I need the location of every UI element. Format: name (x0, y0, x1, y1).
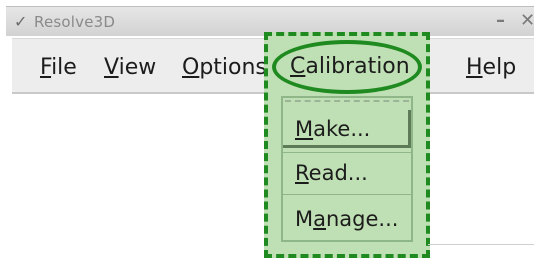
menu-item-make-mnemonic: M (295, 117, 314, 141)
menu-file[interactable]: File (40, 55, 77, 80)
menu-item-read[interactable]: Read... (283, 154, 411, 192)
menu-view-mnemonic: V (104, 55, 119, 80)
menu-options-label: ptions (199, 55, 267, 80)
menu-item-read-mnemonic: R (295, 161, 309, 185)
menu-calibration-label: alibration (305, 54, 410, 79)
menu-help-mnemonic: H (466, 55, 483, 80)
menu-item-read-label: ead... (308, 161, 368, 185)
menu-item-manage-label: nage... (326, 207, 399, 231)
menu-help-label: elp (482, 55, 517, 80)
menu-file-mnemonic: F (40, 55, 52, 80)
menu-divider (283, 152, 411, 153)
menu-help[interactable]: Help (466, 55, 516, 80)
menu-divider (283, 194, 411, 195)
menu-item-manage-mnemonic: a (313, 207, 326, 231)
menu-item-make-label: ake... (313, 117, 371, 141)
menu-file-label: ile (51, 55, 77, 80)
menu-item-manage-prefix: M (295, 207, 314, 231)
close-icon[interactable]: ✕ (520, 10, 534, 31)
chevron-down-icon[interactable]: ✓ (14, 12, 27, 31)
menu-view-label: iew (118, 55, 157, 80)
dropdown-tearoff-line[interactable] (285, 100, 409, 102)
menu-options[interactable]: Options (182, 55, 267, 80)
menu-item-make[interactable]: Make... (283, 110, 411, 148)
minimize-icon[interactable]: – (496, 10, 505, 31)
window-edge-line (428, 244, 534, 245)
menu-item-manage[interactable]: Manage... (283, 200, 411, 238)
menu-view[interactable]: View (104, 55, 156, 80)
menu-options-mnemonic: O (182, 55, 200, 80)
window-title: Resolve3D (34, 13, 116, 31)
menu-calibration[interactable]: Calibration (290, 54, 410, 79)
menu-calibration-mnemonic: C (290, 54, 306, 79)
